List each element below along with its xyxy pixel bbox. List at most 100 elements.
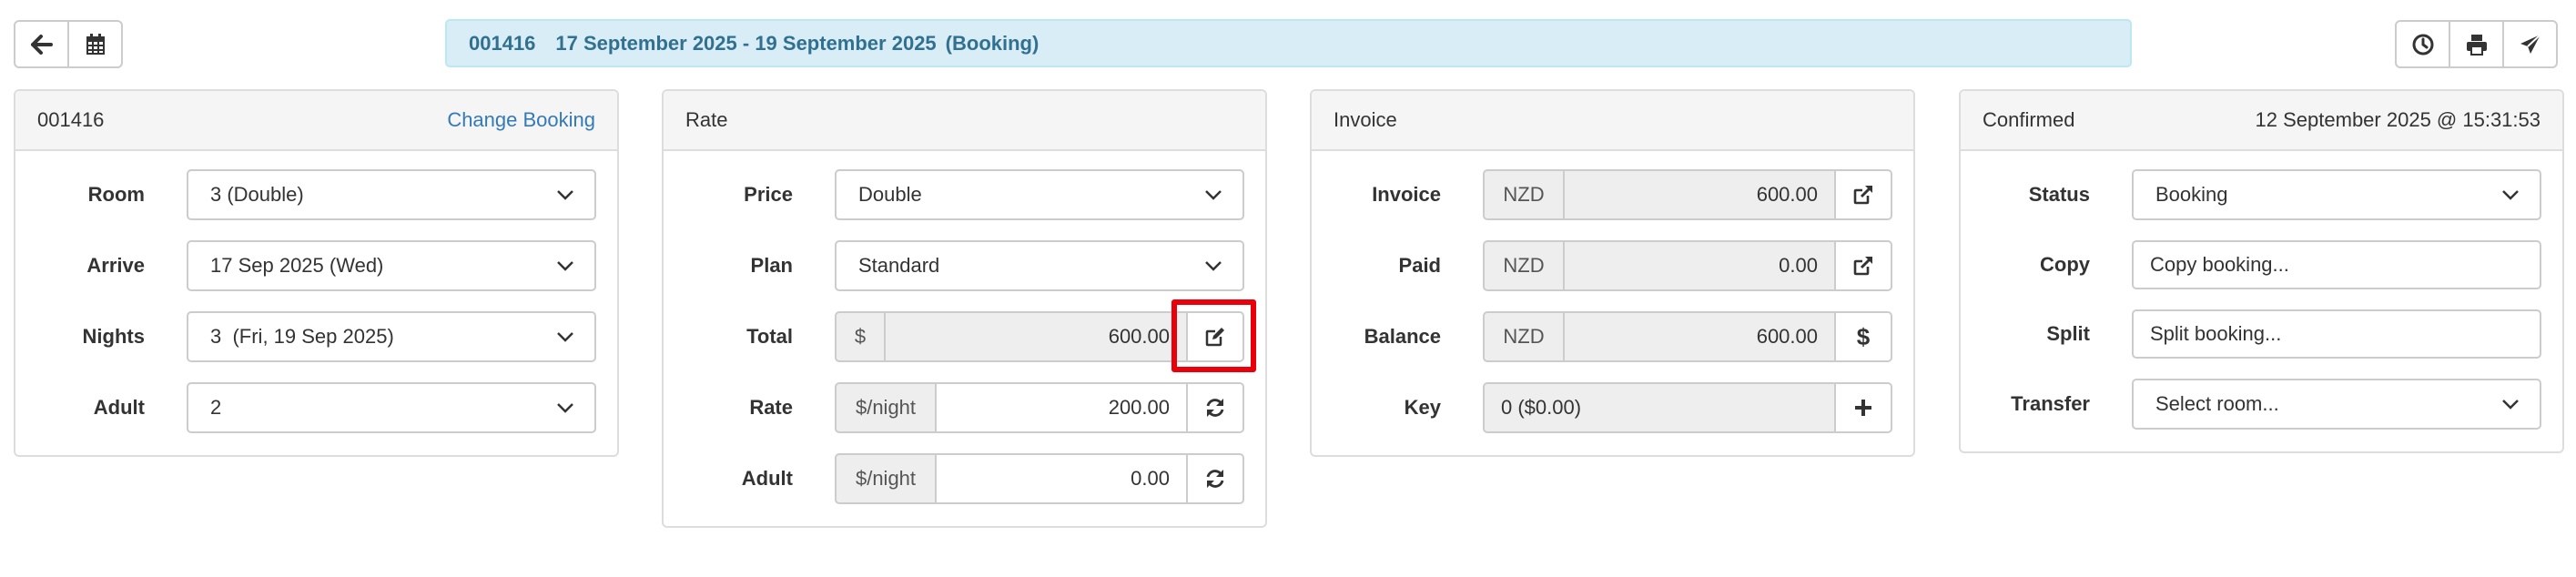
booking-banner: 001416 17 September 2025 - 19 September … [445, 19, 2132, 67]
arrive-select-value: 17 Sep 2025 (Wed) [210, 254, 384, 277]
room-row: Room 3 (Double) [15, 169, 617, 220]
total-label: Total [746, 325, 793, 348]
split-row: Split Split booking... [1961, 309, 2562, 359]
arrive-select[interactable]: 17 Sep 2025 (Wed) [187, 240, 596, 291]
price-select[interactable]: Double [835, 169, 1244, 220]
copy-booking-input[interactable]: Copy booking... [2132, 240, 2541, 289]
adult-select[interactable]: 2 [187, 382, 596, 433]
plan-select[interactable]: Standard [835, 240, 1244, 291]
adult-select-value: 2 [210, 396, 222, 419]
key-row: Key 0 ($0.00) [1312, 382, 1913, 433]
send-icon [2520, 33, 2541, 54]
chevron-down-icon [1205, 261, 1222, 271]
status-panel-title: Confirmed [1983, 108, 2075, 131]
chevron-down-icon [557, 403, 573, 413]
room-select[interactable]: 3 (Double) [187, 169, 596, 220]
banner-booking-number: 001416 [469, 31, 536, 55]
calendar-icon [86, 33, 105, 55]
total-edit-button[interactable] [1188, 311, 1244, 362]
balance-currency: NZD [1483, 311, 1563, 362]
status-panel: Confirmed 12 September 2025 @ 15:31:53 S… [1959, 89, 2564, 453]
balance-pay-button[interactable]: $ [1836, 311, 1892, 362]
booking-panel-title: 001416 [37, 108, 105, 131]
adult-label: Adult [93, 396, 145, 419]
paid-currency: NZD [1483, 240, 1563, 291]
transfer-select-value: Select room... [2155, 392, 2279, 415]
adult-rate-input[interactable]: 0.00 [935, 453, 1188, 504]
key-label: Key [1404, 396, 1441, 419]
invoice-amount: 600.00 [1563, 169, 1836, 220]
status-row: Status Booking [1961, 169, 2562, 220]
plus-icon [1855, 400, 1871, 416]
adult-rate-refresh-button[interactable] [1188, 453, 1244, 504]
total-row: Total $ 600.00 [664, 311, 1265, 362]
key-value: 0 ($0.00) [1483, 382, 1836, 433]
rate-refresh-button[interactable] [1188, 382, 1244, 433]
history-button[interactable] [2395, 20, 2450, 68]
refresh-icon [1206, 470, 1224, 488]
paid-label: Paid [1398, 254, 1441, 277]
chevron-down-icon [2502, 190, 2519, 200]
chevron-down-icon [557, 332, 573, 342]
calendar-button[interactable] [67, 20, 123, 68]
add-key-button[interactable] [1836, 382, 1892, 433]
paid-row: Paid NZD 0.00 [1312, 240, 1913, 291]
plan-select-value: Standard [858, 254, 940, 277]
rate-input[interactable]: 200.00 [935, 382, 1188, 433]
banner-status: (Booking) [945, 31, 1040, 55]
rate-row: Rate $/night 200.00 [664, 382, 1265, 433]
status-label: Status [2028, 183, 2090, 206]
invoice-label: Invoice [1372, 183, 1441, 206]
refresh-icon [1206, 399, 1224, 417]
room-label: Room [87, 183, 145, 206]
price-select-value: Double [858, 183, 922, 206]
total-prefix: $ [835, 311, 884, 362]
back-button[interactable] [14, 20, 69, 68]
status-select-value: Booking [2155, 183, 2228, 206]
external-link-icon [1853, 257, 1872, 276]
banner-dates: 17 September 2025 - 19 September 2025 [555, 31, 937, 55]
chevron-down-icon [2502, 400, 2519, 410]
rate-panel: Rate Price Double Plan Standard Total $ … [662, 89, 1267, 528]
adult-row: Adult 2 [15, 382, 617, 433]
rate-label: Rate [749, 396, 793, 419]
price-row: Price Double [664, 169, 1265, 220]
total-field: 600.00 [884, 311, 1188, 362]
arrive-label: Arrive [86, 254, 145, 277]
status-select[interactable]: Booking [2132, 169, 2541, 220]
chevron-down-icon [1205, 190, 1222, 200]
rate-prefix: $/night [835, 382, 935, 433]
external-link-icon [1853, 186, 1872, 205]
split-booking-input[interactable]: Split booking... [2132, 309, 2541, 359]
rate-panel-heading: Rate [664, 91, 1265, 151]
paid-open-button[interactable] [1836, 240, 1892, 291]
transfer-select[interactable]: Select room... [2132, 379, 2541, 430]
copy-label: Copy [2040, 253, 2090, 276]
balance-label: Balance [1364, 325, 1441, 348]
invoice-panel-heading: Invoice [1312, 91, 1913, 151]
nights-select[interactable]: 3 (Fri, 19 Sep 2025) [187, 311, 596, 362]
price-label: Price [744, 183, 793, 206]
nights-label: Nights [82, 325, 145, 348]
send-button[interactable] [2502, 20, 2558, 68]
split-label: Split [2046, 322, 2090, 345]
plan-row: Plan Standard [664, 240, 1265, 291]
chevron-down-icon [557, 261, 573, 271]
print-button[interactable] [2449, 20, 2504, 68]
change-booking-link[interactable]: Change Booking [447, 108, 595, 132]
copy-row: Copy Copy booking... [1961, 240, 2562, 289]
status-panel-heading: Confirmed 12 September 2025 @ 15:31:53 [1961, 91, 2562, 151]
arrive-row: Arrive 17 Sep 2025 (Wed) [15, 240, 617, 291]
right-toolbar [2395, 20, 2558, 68]
plan-label: Plan [750, 254, 793, 277]
print-icon [2466, 34, 2487, 56]
dollar-icon: $ [1856, 322, 1871, 350]
invoice-open-button[interactable] [1836, 169, 1892, 220]
paid-amount: 0.00 [1563, 240, 1836, 291]
transfer-label: Transfer [2011, 392, 2090, 415]
left-toolbar [14, 20, 123, 68]
chevron-down-icon [557, 190, 573, 200]
invoice-panel-title: Invoice [1334, 108, 1397, 131]
balance-row: Balance NZD 600.00 $ [1312, 311, 1913, 362]
booking-panel-heading: 001416 Change Booking [15, 91, 617, 151]
